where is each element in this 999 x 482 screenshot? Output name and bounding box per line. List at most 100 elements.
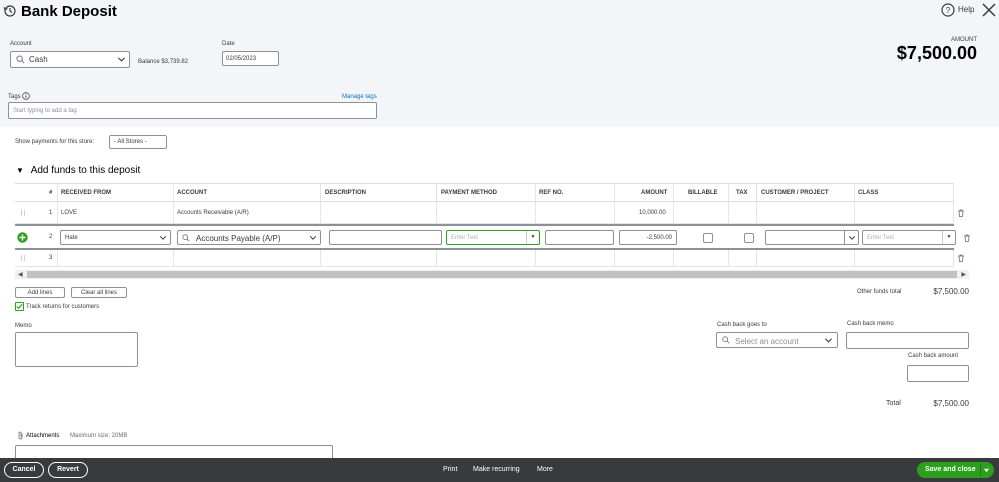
tags-label: Tags <box>8 94 21 100</box>
chevron-down-icon <box>117 57 126 62</box>
more-link[interactable]: More <box>537 466 553 473</box>
chevron-down-icon <box>159 236 167 240</box>
attachments-max-size: Maximum size: 20MB <box>70 433 128 439</box>
history-icon[interactable] <box>3 4 17 18</box>
scroll-left-icon[interactable]: ◀ <box>18 271 23 278</box>
chevron-down-icon <box>309 236 317 240</box>
drag-handle-icon[interactable] <box>20 210 26 216</box>
total-value: $7,500.00 <box>933 399 969 408</box>
ref-no-input[interactable] <box>545 230 614 245</box>
col-ref-no: REF NO. <box>539 190 564 196</box>
class-select[interactable]: Enter Text ▼ <box>862 230 956 245</box>
close-icon[interactable] <box>982 3 996 17</box>
table-row[interactable]: 3 <box>15 250 964 267</box>
header-panel: Bank Deposit ? Help Account Cash Balance… <box>0 0 999 127</box>
caret-down-icon: ▼ <box>942 231 955 244</box>
revert-button[interactable]: Revert <box>48 462 88 478</box>
store-filter-value: - All Stores - <box>114 139 147 145</box>
col-customer-project: CUSTOMER / PROJECT <box>761 190 829 196</box>
tags-input[interactable]: Start typing to add a tag <box>8 102 377 119</box>
account-row-value: Accounts Payable (A/P) <box>196 234 281 243</box>
trash-icon[interactable] <box>957 209 965 217</box>
scrollbar-thumb[interactable] <box>27 271 957 278</box>
chevron-down-icon <box>844 231 858 244</box>
info-icon[interactable] <box>22 92 30 100</box>
amount-cell[interactable]: 10,000.00 <box>639 210 666 216</box>
amount-row-value: -2,500.00 <box>646 235 672 241</box>
other-funds-label: Other funds total <box>857 289 902 295</box>
received-from-cell[interactable]: LOVE <box>61 210 77 216</box>
account-label: Account <box>10 41 32 47</box>
save-and-close-button[interactable]: Save and close <box>917 462 994 478</box>
help-link[interactable]: Help <box>958 5 974 14</box>
total-label: Total <box>886 400 901 407</box>
svg-text:?: ? <box>946 6 951 15</box>
track-returns-checkbox[interactable] <box>15 302 24 311</box>
tax-checkbox[interactable] <box>744 233 754 243</box>
billable-checkbox[interactable] <box>703 233 713 243</box>
scroll-right-icon[interactable]: ▶ <box>961 271 966 278</box>
trash-icon[interactable] <box>957 254 965 262</box>
col-amount: AMOUNT <box>641 190 668 196</box>
add-lines-button[interactable]: Add lines <box>15 287 65 298</box>
section-title: Add funds to this deposit <box>30 165 141 176</box>
col-tax: TAX <box>736 190 748 196</box>
col-account: ACCOUNT <box>177 190 207 196</box>
cancel-button[interactable]: Cancel <box>4 462 44 478</box>
row-number: 2 <box>49 234 53 240</box>
help-icon[interactable]: ? <box>941 3 955 17</box>
page-title: Bank Deposit <box>21 3 117 20</box>
caret-down-icon: ▼ <box>16 166 24 175</box>
cash-back-amount-label: Cash back amount <box>908 353 959 359</box>
row-number: 1 <box>49 210 53 216</box>
horizontal-scrollbar[interactable]: ◀ ▶ <box>15 270 969 279</box>
cash-back-goes-to-label: Cash back goes to <box>717 322 767 328</box>
col-received-from: RECEIVED FROM <box>61 190 112 196</box>
balance-text: Balance $3,739.82 <box>138 59 189 65</box>
store-filter-select[interactable]: - All Stores - <box>109 135 167 149</box>
clear-all-lines-button[interactable]: Clear all lines <box>71 287 127 298</box>
date-label: Date <box>222 41 235 47</box>
account-select[interactable]: Cash <box>10 51 130 68</box>
section-toggle[interactable]: ▼ Add funds to this deposit <box>16 165 140 176</box>
drag-handle-icon[interactable] <box>20 255 26 261</box>
cash-back-memo-label: Cash back memo <box>847 321 894 327</box>
amount-input[interactable]: -2,500.00 <box>619 230 677 245</box>
track-returns-label: Track returns for customers <box>26 304 100 310</box>
cash-back-account-placeholder: Select an account <box>735 337 799 346</box>
memo-label: Memo <box>15 323 32 329</box>
col-number: # <box>49 190 53 196</box>
customer-project-select[interactable] <box>765 230 859 245</box>
row-number: 3 <box>49 255 53 261</box>
received-from-select[interactable]: Hate <box>60 230 171 245</box>
memo-textarea[interactable] <box>15 332 138 367</box>
footer-bar: Cancel Revert Print Make recurring More … <box>0 458 999 482</box>
class-placeholder: Enter Text <box>867 235 894 241</box>
store-filter-label: Show payments for this store: <box>15 139 95 145</box>
col-description: DESCRIPTION <box>325 190 367 196</box>
cash-back-memo-input[interactable] <box>846 332 969 349</box>
table-row[interactable]: 1 LOVE Accounts Receivable (A/R) 10,000.… <box>15 202 964 224</box>
payment-method-placeholder: Enter Text <box>451 235 478 241</box>
description-input[interactable] <box>329 230 442 245</box>
received-from-value: Hate <box>65 235 78 241</box>
account-select-row[interactable]: Accounts Payable (A/P) <box>177 230 321 245</box>
trash-icon[interactable] <box>963 234 971 242</box>
paperclip-icon <box>18 431 23 440</box>
add-icon[interactable] <box>17 232 28 243</box>
payment-method-select[interactable]: Enter Text ▼ <box>446 230 540 245</box>
print-link[interactable]: Print <box>443 466 457 473</box>
manage-tags-link[interactable]: Manage tags <box>342 94 377 100</box>
save-and-close-label: Save and close <box>925 466 976 473</box>
cash-back-amount-input[interactable] <box>907 365 969 382</box>
col-class: CLASS <box>858 190 879 196</box>
date-input[interactable]: 02/05/2023 <box>222 51 279 66</box>
attachments-dropzone[interactable] <box>15 445 333 459</box>
make-recurring-link[interactable]: Make recurring <box>473 466 520 473</box>
chevron-down-icon <box>824 338 833 343</box>
account-cell[interactable]: Accounts Receivable (A/R) <box>177 210 249 216</box>
cash-back-account-select[interactable]: Select an account <box>716 332 838 348</box>
table-row-active[interactable]: 2 Hate Accounts Payable (A/P) Enter Text… <box>15 224 970 250</box>
caret-down-icon[interactable] <box>983 467 990 474</box>
col-billable: BILLABLE <box>688 190 718 196</box>
